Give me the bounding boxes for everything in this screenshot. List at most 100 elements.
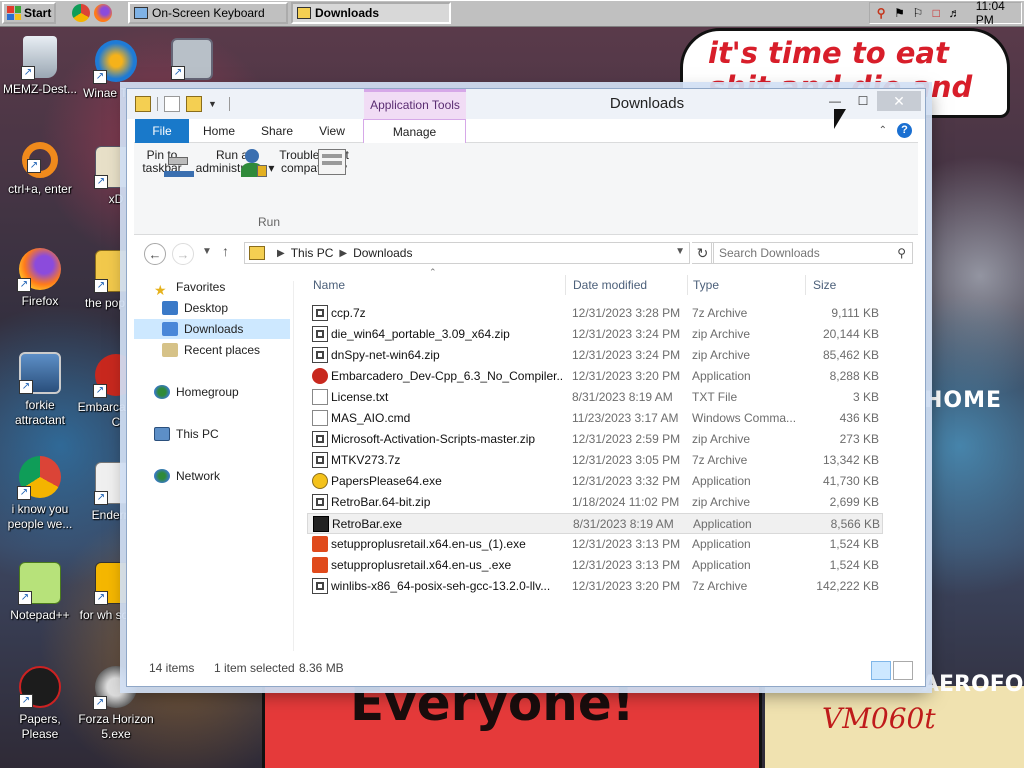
back-button[interactable]: ← xyxy=(144,243,166,265)
file-row[interactable]: setupproplusretail.x64.en-us_(1).exe 12/3… xyxy=(307,534,883,555)
file-row[interactable]: die_win64_portable_3.09_x64.zip 12/31/202… xyxy=(307,324,883,345)
taskbar: Start On-Screen Keyboard Downloads ⚲ ⚑ ⚐… xyxy=(0,0,1024,27)
desktop-icon-firefox[interactable]: ↗ Firefox xyxy=(0,248,80,309)
tab-manage[interactable]: Manage xyxy=(363,119,466,144)
breadcrumb-downloads[interactable]: Downloads xyxy=(353,246,412,260)
desktop-icon-chrome[interactable]: ↗ i know you people we... xyxy=(0,456,80,532)
column-divider[interactable] xyxy=(687,275,688,295)
nav-recent-places[interactable]: Recent places xyxy=(162,340,260,360)
column-name[interactable]: Name xyxy=(313,273,345,297)
start-button[interactable]: Start xyxy=(2,2,56,24)
column-size[interactable]: Size xyxy=(813,273,836,297)
file-row[interactable]: MTKV273.7z 12/31/2023 3:05 PM 7z Archive 13… xyxy=(307,450,883,471)
file-name: MAS_AIO.cmd xyxy=(331,411,411,425)
search-box[interactable]: ⚲ xyxy=(711,242,913,264)
tab-share[interactable]: Share xyxy=(254,119,300,143)
file-row[interactable]: Embarcadero_Dev-Cpp_6.3_No_Compiler... 12… xyxy=(307,366,883,387)
recent-locations-button[interactable]: ▼ xyxy=(202,246,212,257)
desktop-icon-windows[interactable]: ↗ xyxy=(152,38,232,84)
file-date: 12/31/2023 3:20 PM xyxy=(572,369,681,383)
file-size: 9,111 KB xyxy=(831,306,879,320)
large-icons-view-button[interactable] xyxy=(893,661,913,680)
caption-buttons: — ☐ ✕ xyxy=(821,91,921,111)
file-row[interactable]: ccp.7z 12/31/2023 3:28 PM 7z Archive 9,111 … xyxy=(307,303,883,324)
search-icon[interactable]: ⚲ xyxy=(874,5,888,21)
breadcrumb-separator: ▶ xyxy=(339,247,348,259)
up-button[interactable]: ↑ xyxy=(222,243,229,259)
help-icon[interactable]: ? xyxy=(897,123,912,138)
desktop-icon-notepadpp[interactable]: ↗ Notepad++ xyxy=(0,562,80,623)
network-icon xyxy=(154,469,170,483)
tab-file[interactable]: File xyxy=(135,119,189,143)
nav-desktop[interactable]: Desktop xyxy=(162,298,228,318)
chevron-up-icon[interactable]: ⌃ xyxy=(879,125,887,136)
column-type[interactable]: Type xyxy=(693,273,719,297)
downloads-icon xyxy=(162,322,178,336)
file-row[interactable]: License.txt 8/31/2023 8:19 AM TXT File 3 KB xyxy=(307,387,883,408)
taskbar-item-label: Downloads xyxy=(315,6,380,20)
maximize-button[interactable]: ☐ xyxy=(849,91,877,111)
file-type: Application xyxy=(692,558,751,572)
taskbar-item-onscreen-keyboard[interactable]: On-Screen Keyboard xyxy=(128,2,288,24)
column-date-modified[interactable]: Date modified xyxy=(573,273,647,297)
address-bar[interactable]: ▶ This PC ▶ Downloads ▼ xyxy=(244,242,690,264)
firefox-icon[interactable] xyxy=(94,4,112,22)
taskbar-item-downloads[interactable]: Downloads xyxy=(291,2,451,24)
file-date: 11/23/2023 3:17 AM xyxy=(572,411,679,425)
retrobar-icon xyxy=(313,516,329,532)
chevron-down-icon[interactable]: ▼ xyxy=(675,246,685,257)
volume-icon[interactable]: ♬ xyxy=(947,5,961,21)
desktop-icon-ctrl-a[interactable]: ↗ ctrl+a, enter xyxy=(0,142,80,197)
ribbon-manage: Pin to taskbar Run as administrator ▾ Tr… xyxy=(134,143,918,235)
file-name: setupproplusretail.x64.en-us_(1).exe xyxy=(331,537,526,551)
run-as-administrator-button[interactable]: Run as administrator ▾ xyxy=(194,149,276,177)
file-row[interactable]: winlibs-x86_64-posix-seh-gcc-13.2.0-llv.… xyxy=(307,576,883,597)
qat-separator xyxy=(157,97,158,111)
new-folder-icon[interactable] xyxy=(186,96,202,112)
details-view-button[interactable] xyxy=(871,661,891,680)
desktop-icon-memz[interactable]: ↗ MEMZ-Dest... xyxy=(0,36,80,97)
archive-icon xyxy=(312,578,328,594)
nav-favorites[interactable]: ★ Favorites xyxy=(154,277,225,298)
file-row[interactable]: dnSpy-net-win64.zip 12/31/2023 3:24 PM zip… xyxy=(307,345,883,366)
clock[interactable]: 11:04 PM xyxy=(976,0,1021,27)
nav-homegroup[interactable]: Homegroup xyxy=(154,382,239,402)
breadcrumb-separator: ▶ xyxy=(277,247,285,259)
close-button[interactable]: ✕ xyxy=(877,91,921,111)
file-row[interactable]: Microsoft-Activation-Scripts-master.zip 1… xyxy=(307,429,883,450)
desktop-icon-papers-please[interactable]: ↗ Papers, Please xyxy=(0,666,80,742)
archive-icon xyxy=(312,494,328,510)
network-icon[interactable]: □ xyxy=(929,5,943,21)
title-bar[interactable]: ▼ Application Tools Downloads — ☐ ✕ xyxy=(127,89,925,119)
properties-icon[interactable] xyxy=(164,96,180,112)
file-row[interactable]: PapersPlease64.exe 12/31/2023 3:32 PM Appl… xyxy=(307,471,883,492)
desktop-icon-forkie[interactable]: ↗ forkie attractant xyxy=(0,352,80,428)
computer-icon: ↗ xyxy=(19,352,61,394)
tab-view[interactable]: View xyxy=(310,119,354,143)
column-divider[interactable] xyxy=(805,275,806,295)
search-icon: ⚲ xyxy=(897,246,906,260)
nav-network[interactable]: Network xyxy=(154,466,220,486)
search-input[interactable] xyxy=(712,243,888,263)
file-size: 436 KB xyxy=(839,411,879,425)
minimize-button[interactable]: — xyxy=(821,91,849,111)
file-row[interactable]: RetroBar.exe 8/31/2023 8:19 AM Application… xyxy=(307,513,883,534)
column-divider[interactable] xyxy=(565,275,566,295)
forward-button[interactable]: → xyxy=(172,243,194,265)
file-row[interactable]: setupproplusretail.x64.en-us_.exe 12/31/2… xyxy=(307,555,883,576)
file-date: 8/31/2023 8:19 AM xyxy=(573,517,674,531)
troubleshoot-compatibility-button[interactable]: Troubleshoot compatibility xyxy=(276,149,352,175)
file-row[interactable]: RetroBar.64-bit.zip 1/18/2024 11:02 PM zip… xyxy=(307,492,883,513)
file-name: Microsoft-Activation-Scripts-master.zip xyxy=(331,432,536,446)
chevron-down-icon[interactable]: ▼ xyxy=(208,99,217,109)
nav-downloads[interactable]: Downloads xyxy=(134,319,290,339)
file-row[interactable]: MAS_AIO.cmd 11/23/2023 3:17 AM Windows Com… xyxy=(307,408,883,429)
flag-icon[interactable]: ⚑ xyxy=(892,5,906,21)
file-type: zip Archive xyxy=(692,495,751,509)
nav-this-pc[interactable]: This PC xyxy=(154,424,219,444)
flag-icon[interactable]: ⚐ xyxy=(911,5,925,21)
breadcrumb-this-pc[interactable]: This PC xyxy=(291,246,334,260)
pin-to-taskbar-button[interactable]: Pin to taskbar xyxy=(142,149,194,177)
chrome-icon[interactable] xyxy=(72,4,90,22)
tab-home[interactable]: Home xyxy=(196,119,242,143)
